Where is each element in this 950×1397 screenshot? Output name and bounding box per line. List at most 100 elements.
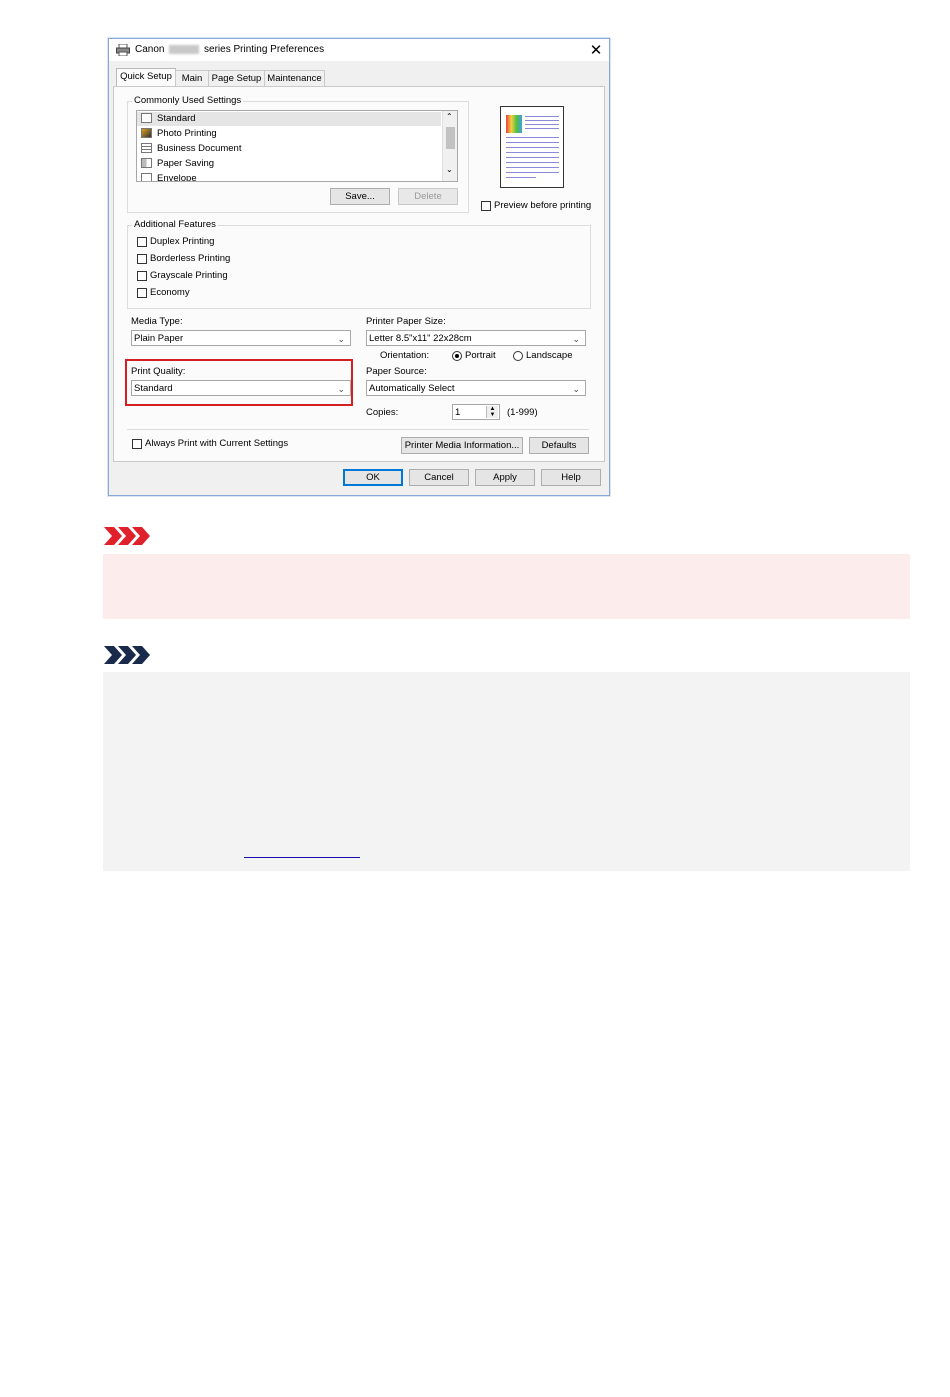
portrait-label: Portrait — [465, 350, 496, 361]
copies-label: Copies: — [366, 407, 399, 418]
page-preview — [500, 106, 564, 188]
preview-text-line — [506, 162, 559, 163]
landscape-label: Landscape — [526, 350, 573, 361]
grayscale-printing-checkbox[interactable] — [137, 271, 147, 281]
printer-media-information-button[interactable]: Printer Media Information... — [401, 437, 523, 454]
grayscale-printing-label: Grayscale Printing — [150, 270, 228, 281]
borderless-printing-label: Borderless Printing — [150, 253, 231, 264]
list-item-label: Business Document — [157, 143, 242, 154]
photo-icon — [141, 128, 152, 139]
scroll-thumb[interactable] — [446, 127, 455, 149]
preview-text-line — [525, 116, 559, 117]
envelope-icon — [141, 173, 152, 181]
paper-source-select[interactable]: Automatically Select ⌄ — [366, 380, 586, 396]
preview-text-line — [506, 152, 559, 153]
paper-saving-icon — [141, 158, 152, 169]
tab-quick-setup[interactable]: Quick Setup — [116, 68, 176, 88]
save-button[interactable]: Save... — [330, 188, 390, 205]
preview-text-line — [506, 177, 536, 178]
list-item[interactable]: Envelope — [141, 172, 197, 182]
scroll-down-icon[interactable]: ⌄ — [446, 165, 453, 174]
preview-color-image — [506, 115, 522, 133]
list-item[interactable]: Paper Saving — [141, 157, 214, 171]
copies-range: (1-999) — [507, 407, 538, 418]
redacted-model-name — [169, 44, 200, 54]
chevron-down-icon: ⌄ — [337, 334, 345, 344]
commonly-used-settings-list[interactable]: Standard Photo Printing Business Documen… — [136, 110, 458, 182]
paper-source-label: Paper Source: — [366, 366, 427, 377]
printer-paper-size-label: Printer Paper Size: — [366, 316, 446, 327]
preview-text-line — [506, 167, 559, 168]
preview-text-line — [506, 137, 559, 138]
print-quality-value: Standard — [134, 383, 173, 394]
preview-text-line — [506, 157, 559, 158]
printer-paper-size-select[interactable]: Letter 8.5"x11" 22x28cm ⌄ — [366, 330, 586, 346]
media-type-label: Media Type: — [131, 316, 183, 327]
copies-value: 1 — [455, 407, 461, 418]
tab-main[interactable]: Main — [175, 70, 209, 87]
spin-arrows-icon[interactable]: ▲ ▼ — [486, 406, 498, 418]
printer-paper-size-value: Letter 8.5"x11" 22x28cm — [369, 333, 472, 344]
scroll-up-icon[interactable]: ⌃ — [446, 112, 453, 121]
close-icon[interactable]: ✕ — [587, 41, 605, 59]
media-type-select[interactable]: Plain Paper ⌄ — [131, 330, 351, 346]
apply-button[interactable]: Apply — [475, 469, 535, 486]
important-callout — [103, 554, 910, 619]
tab-page-setup[interactable]: Page Setup — [208, 70, 265, 87]
preview-text-line — [506, 142, 559, 143]
preview-before-printing-checkbox[interactable] — [481, 201, 491, 211]
copies-spinner[interactable]: 1 ▲ ▼ — [452, 404, 500, 420]
portrait-radio[interactable] — [452, 351, 462, 361]
economy-checkbox[interactable] — [137, 288, 147, 298]
additional-features-label: Additional Features — [132, 219, 218, 230]
print-quality-select[interactable]: Standard ⌄ — [131, 380, 351, 396]
media-type-value: Plain Paper — [134, 333, 184, 344]
delete-button[interactable]: Delete — [398, 188, 458, 205]
preview-before-printing-label: Preview before printing — [494, 200, 592, 211]
document-icon — [141, 113, 152, 124]
important-icon — [104, 527, 150, 545]
list-item-label: Photo Printing — [157, 128, 217, 139]
preview-text-line — [506, 172, 559, 173]
preview-text-line — [525, 124, 559, 125]
always-print-label: Always Print with Current Settings — [145, 438, 289, 449]
orientation-label: Orientation: — [380, 350, 430, 361]
list-item-label: Envelope — [157, 173, 197, 182]
paper-source-value: Automatically Select — [369, 383, 455, 394]
note-link-underline[interactable] — [244, 857, 360, 858]
title-bar[interactable]: Canon series Printing Preferences ✕ — [109, 39, 609, 61]
preview-text-line — [525, 128, 559, 129]
help-button[interactable]: Help — [541, 469, 601, 486]
list-item[interactable]: Business Document — [141, 142, 241, 156]
chevron-down-icon: ⌄ — [572, 334, 580, 344]
business-document-icon — [141, 143, 152, 154]
list-item-label: Paper Saving — [157, 158, 215, 169]
always-print-checkbox[interactable] — [132, 439, 142, 449]
list-item[interactable]: Standard — [137, 112, 441, 126]
note-callout — [103, 672, 910, 871]
title-suffix: series Printing Preferences — [204, 44, 325, 55]
list-scrollbar[interactable]: ⌃ ⌄ — [442, 111, 457, 181]
chevron-down-icon: ⌄ — [572, 384, 580, 394]
list-item-label: Standard — [157, 113, 196, 124]
dialog-title: Canon series Printing Preferences — [135, 44, 324, 55]
landscape-radio[interactable] — [513, 351, 523, 361]
ok-button[interactable]: OK — [343, 469, 403, 486]
title-brand: Canon — [135, 44, 165, 55]
defaults-button[interactable]: Defaults — [529, 437, 589, 454]
economy-label: Economy — [150, 287, 190, 298]
print-quality-label: Print Quality: — [131, 366, 186, 377]
preview-text-line — [506, 147, 559, 148]
tab-maintenance[interactable]: Maintenance — [264, 70, 325, 87]
chevron-down-icon: ⌄ — [337, 384, 345, 394]
duplex-printing-label: Duplex Printing — [150, 236, 215, 247]
printer-icon — [116, 44, 130, 56]
preview-text-line — [525, 120, 559, 121]
cancel-button[interactable]: Cancel — [409, 469, 469, 486]
separator — [127, 429, 589, 430]
borderless-printing-checkbox[interactable] — [137, 254, 147, 264]
list-item[interactable]: Photo Printing — [141, 127, 217, 141]
duplex-printing-checkbox[interactable] — [137, 237, 147, 247]
commonly-used-settings-label: Commonly Used Settings — [132, 95, 244, 106]
note-icon — [104, 646, 150, 664]
